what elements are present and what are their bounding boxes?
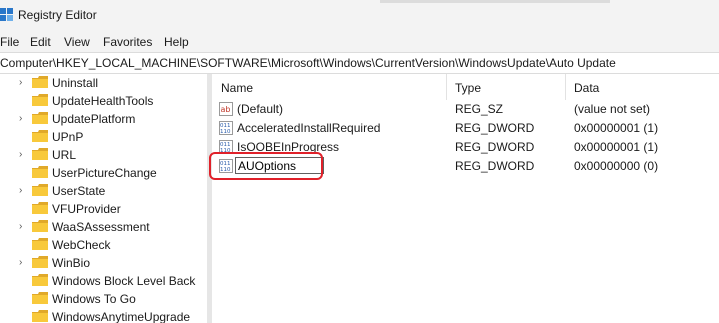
value-type: REG_DWORD xyxy=(455,121,535,135)
folder-icon xyxy=(32,94,48,106)
binary-value-icon: 011 110 xyxy=(219,140,233,154)
folder-icon xyxy=(32,184,48,196)
svg-text:110: 110 xyxy=(220,129,231,135)
tree-item[interactable]: › URL xyxy=(0,146,207,164)
value-row[interactable]: 011 110 AcceleratedInstallRequired REG_D… xyxy=(212,119,719,137)
value-data: (value not set) xyxy=(574,102,651,116)
tree-item[interactable]: › WinBio xyxy=(0,254,207,272)
tree-item[interactable]: › UpdatePlatform xyxy=(0,110,207,128)
folder-icon xyxy=(32,202,48,214)
folder-icon xyxy=(32,310,48,322)
tree-item-label: WebCheck xyxy=(52,238,111,252)
tree-item[interactable]: Windows To Go xyxy=(0,290,207,308)
value-row[interactable]: 011 110 REG_DWORD 0x00000000 (0) xyxy=(212,157,719,175)
string-value-icon: ab xyxy=(219,102,233,116)
value-name: (Default) xyxy=(237,102,284,116)
tree-item-label: UserPictureChange xyxy=(52,166,157,180)
tree-item-label: UserState xyxy=(52,184,106,198)
chevron-right-icon[interactable]: › xyxy=(19,149,22,160)
value-data: 0x00000000 (0) xyxy=(574,159,659,173)
tree-item-label: URL xyxy=(52,148,77,162)
tree-item[interactable]: UserPictureChange xyxy=(0,164,207,182)
svg-text:110: 110 xyxy=(220,148,231,154)
folder-icon xyxy=(32,112,48,124)
tree-item-label: Windows Block Level Back xyxy=(52,274,196,288)
binary-value-icon: 011 110 xyxy=(219,121,233,135)
svg-text:ab: ab xyxy=(221,105,231,114)
registry-editor-icon xyxy=(0,8,13,21)
folder-icon xyxy=(32,256,48,268)
chevron-right-icon[interactable]: › xyxy=(19,113,22,124)
value-type: REG_SZ xyxy=(455,102,504,116)
value-name: IsOOBEInProgress xyxy=(237,140,340,154)
folder-icon xyxy=(32,220,48,232)
value-data: 0x00000001 (1) xyxy=(574,121,659,135)
address-path[interactable]: Computer\HKEY_LOCAL_MACHINE\SOFTWARE\Mic… xyxy=(0,56,616,70)
chevron-right-icon[interactable]: › xyxy=(19,221,22,232)
tree-item[interactable]: UPnP xyxy=(0,128,207,146)
title-bar: Registry Editor xyxy=(0,0,719,30)
folder-icon xyxy=(32,166,48,178)
tree-item-label: WaaSAssessment xyxy=(52,220,150,234)
tree-item-label: WinBio xyxy=(52,256,91,270)
folder-icon xyxy=(32,76,48,88)
value-data: 0x00000001 (1) xyxy=(574,140,659,154)
column-header-type[interactable]: Type xyxy=(455,81,481,95)
value-row[interactable]: 011 110 IsOOBEInProgress REG_DWORD 0x000… xyxy=(212,138,719,156)
menu-bar: File Edit View Favorites Help xyxy=(0,30,719,52)
menu-edit[interactable]: Edit xyxy=(30,35,51,49)
value-type: REG_DWORD xyxy=(455,159,535,173)
tree-item-label: VFUProvider xyxy=(52,202,121,216)
tree-item-label: UpdatePlatform xyxy=(52,112,136,126)
folder-icon xyxy=(32,130,48,142)
tree-item[interactable]: › Uninstall xyxy=(0,74,207,92)
tree-item[interactable]: UpdateHealthTools xyxy=(0,92,207,110)
binary-value-icon: 011 110 xyxy=(219,159,233,173)
tree-item-label: Uninstall xyxy=(52,76,99,90)
column-header-data[interactable]: Data xyxy=(574,81,599,95)
chevron-right-icon[interactable]: › xyxy=(19,257,22,268)
tree-item[interactable]: › UserState xyxy=(0,182,207,200)
folder-icon xyxy=(32,292,48,304)
values-pane[interactable]: Name Type Data ab (Default) REG_SZ (valu… xyxy=(212,74,719,323)
chevron-right-icon[interactable]: › xyxy=(19,77,22,88)
folder-icon xyxy=(32,238,48,250)
tree-item-label: UPnP xyxy=(52,130,84,144)
column-divider[interactable] xyxy=(446,74,447,100)
tree-item[interactable]: Windows Block Level Back xyxy=(0,272,207,290)
menu-help[interactable]: Help xyxy=(164,35,189,49)
tree-item-label: WindowsAnytimeUpgrade xyxy=(52,310,191,323)
folder-icon xyxy=(32,274,48,286)
svg-text:110: 110 xyxy=(220,167,231,173)
tree-item[interactable]: WindowsAnytimeUpgrade xyxy=(0,308,207,323)
tree-item[interactable]: VFUProvider xyxy=(0,200,207,218)
value-name: AcceleratedInstallRequired xyxy=(237,121,381,135)
tree-item[interactable]: WebCheck xyxy=(0,236,207,254)
value-type: REG_DWORD xyxy=(455,140,535,154)
tree-item-label: UpdateHealthTools xyxy=(52,94,154,108)
window-title: Registry Editor xyxy=(18,8,97,22)
title-bar-edge xyxy=(380,0,610,3)
address-bar[interactable]: Computer\HKEY_LOCAL_MACHINE\SOFTWARE\Mic… xyxy=(0,52,719,74)
rename-value-input[interactable] xyxy=(235,157,324,174)
chevron-right-icon[interactable]: › xyxy=(19,185,22,196)
tree-item[interactable]: › WaaSAssessment xyxy=(0,218,207,236)
menu-file[interactable]: File xyxy=(0,35,19,49)
column-header-name[interactable]: Name xyxy=(221,81,253,95)
tree-item-label: Windows To Go xyxy=(52,292,136,306)
menu-view[interactable]: View xyxy=(64,35,90,49)
column-divider[interactable] xyxy=(565,74,566,100)
menu-favorites[interactable]: Favorites xyxy=(103,35,152,49)
folder-icon xyxy=(32,148,48,160)
key-tree[interactable]: › Uninstall UpdateHealthTools › UpdatePlatfo… xyxy=(0,74,207,323)
value-row[interactable]: ab (Default) REG_SZ (value not set) xyxy=(212,100,719,118)
